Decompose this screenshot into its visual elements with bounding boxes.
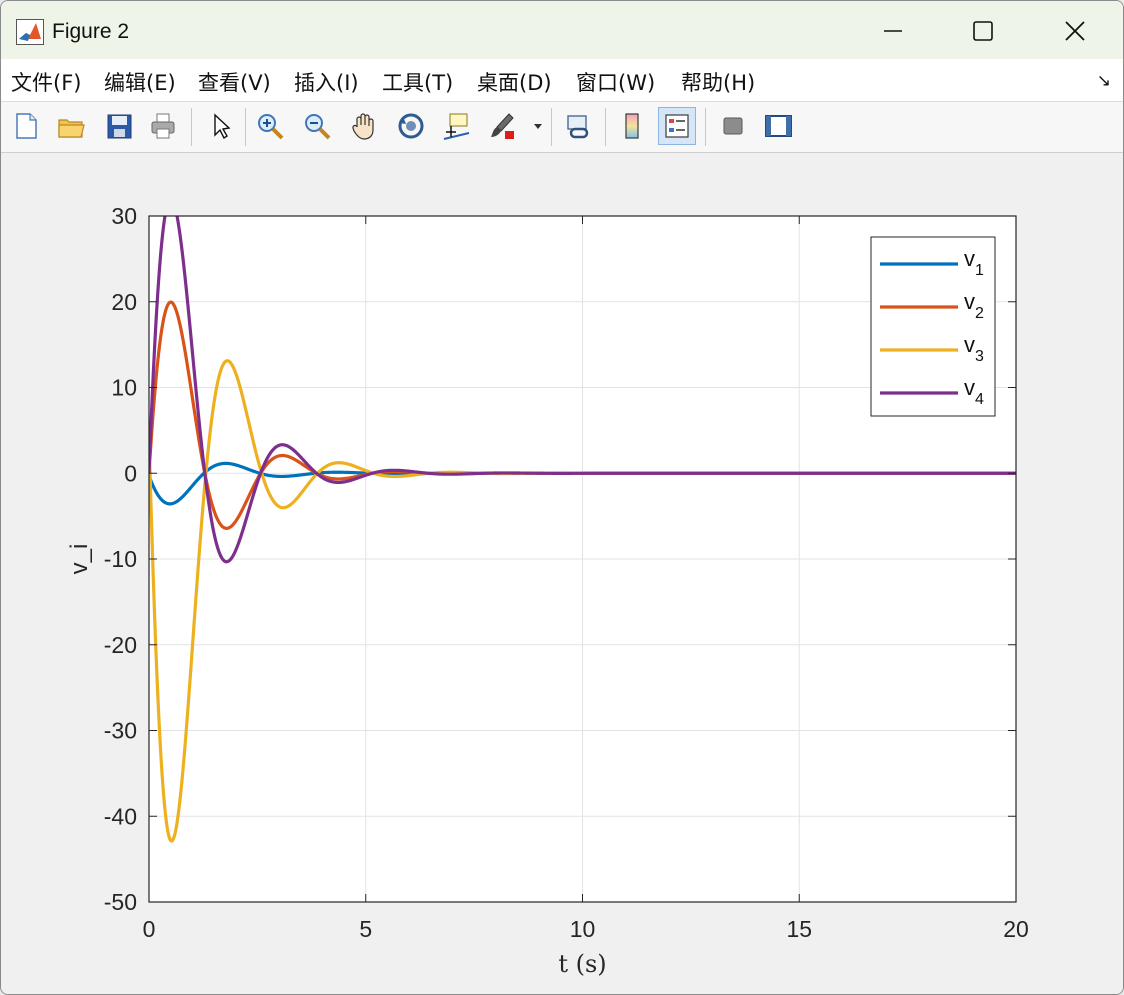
chevron-down-icon (534, 124, 542, 129)
y-tick-label: -20 (104, 632, 137, 658)
y-tick-label: 10 (111, 375, 137, 401)
close-icon (1065, 21, 1085, 41)
link-plot-button[interactable] (559, 107, 597, 145)
save-button[interactable] (100, 107, 138, 145)
print-icon (151, 113, 175, 139)
menu-help[interactable]: 帮助(H) (681, 67, 755, 97)
hide-plot-tools-button[interactable] (714, 107, 752, 145)
menu-window[interactable]: 窗口(W) (576, 67, 655, 97)
zoom-out-button[interactable] (298, 107, 336, 145)
x-tick-label: 5 (359, 916, 372, 942)
menu-tools[interactable]: 工具(T) (382, 67, 453, 97)
rotate-3d-icon (398, 113, 424, 139)
figure-canvas[interactable]: 0 5 10 15 20 -50 -40 -30 -20 -10 0 10 20 30 t (s) v_i v1… (1, 153, 1123, 994)
brush-icon (491, 113, 514, 139)
y-tick-label: -10 (104, 546, 137, 572)
menu-file[interactable]: 文件(F) (11, 67, 81, 97)
x-tick-label: 0 (143, 916, 156, 942)
minimize-button[interactable] (863, 9, 923, 53)
minimize-icon (884, 30, 902, 32)
y-tick-label: 20 (111, 289, 137, 315)
x-axis-label: t (s) (558, 950, 606, 978)
close-button[interactable] (1045, 9, 1105, 53)
y-tick-label: -40 (104, 803, 137, 829)
figure-toolbar (1, 102, 1123, 153)
y-tick-label: -30 (104, 718, 137, 744)
title-bar[interactable]: Figure 2 (1, 1, 1123, 59)
show-plot-tools-button[interactable] (759, 107, 797, 145)
show-plot-tools-icon (765, 115, 792, 137)
dock-figure-icon[interactable]: ↘ (1097, 71, 1111, 91)
x-tick-label: 15 (786, 916, 812, 942)
zoom-in-button[interactable] (251, 107, 289, 145)
legend-icon (665, 114, 689, 138)
menu-view[interactable]: 查看(V) (198, 67, 271, 97)
matlab-logo-icon (16, 19, 44, 45)
toolbar-separator (705, 108, 706, 146)
colorbar-icon (625, 113, 639, 139)
toolbar-separator (245, 108, 246, 146)
y-tick-label: -50 (104, 889, 137, 915)
hide-plot-tools-icon (723, 117, 743, 135)
link-plot-icon (567, 115, 589, 139)
rotate-3d-button[interactable] (392, 107, 430, 145)
y-tick-label: 0 (124, 460, 137, 486)
window-title: Figure 2 (52, 20, 130, 43)
pan-button[interactable] (345, 107, 383, 145)
toolbar-separator (605, 108, 606, 146)
toolbar-separator (191, 108, 192, 146)
maximize-button[interactable] (953, 9, 1013, 53)
new-figure-icon (16, 113, 37, 139)
pan-hand-icon (352, 113, 374, 140)
y-tick-label: 30 (111, 203, 137, 229)
maximize-icon (973, 21, 993, 41)
toolbar-separator (551, 108, 552, 146)
x-tick-label: 20 (1003, 916, 1029, 942)
edit-plot-button[interactable] (201, 107, 239, 145)
colorbar-button[interactable] (613, 107, 651, 145)
open-file-icon (58, 119, 85, 138)
open-file-button[interactable] (52, 107, 90, 145)
menu-edit[interactable]: 编辑(E) (104, 67, 176, 97)
new-figure-button[interactable] (7, 107, 45, 145)
save-icon (107, 114, 132, 139)
menu-insert[interactable]: 插入(I) (294, 67, 359, 97)
zoom-in-icon (258, 114, 284, 140)
y-axis-label: v_i (66, 544, 93, 575)
legend-button[interactable] (658, 107, 696, 145)
edit-plot-arrow-icon (214, 113, 231, 140)
brush-button[interactable] (483, 107, 521, 145)
menu-bar: 文件(F) 编辑(E) 查看(V) 插入(I) 工具(T) 桌面(D) 窗口(W… (1, 59, 1123, 102)
print-button[interactable] (144, 107, 182, 145)
zoom-out-icon (305, 114, 331, 140)
figure-window: Figure 2 文件(F) 编辑(E) 查看(V) 插入(I) 工具(T) 桌… (0, 0, 1124, 995)
line-chart[interactable]: 0 5 10 15 20-50-40-30-20-100102030t (s)v_iv1… (1, 153, 1123, 994)
data-cursor-icon (443, 113, 470, 140)
x-tick-label: 10 (570, 916, 596, 942)
menu-desktop[interactable]: 桌面(D) (477, 67, 552, 97)
brush-dropdown-button[interactable] (528, 107, 548, 145)
data-cursor-button[interactable] (437, 107, 475, 145)
